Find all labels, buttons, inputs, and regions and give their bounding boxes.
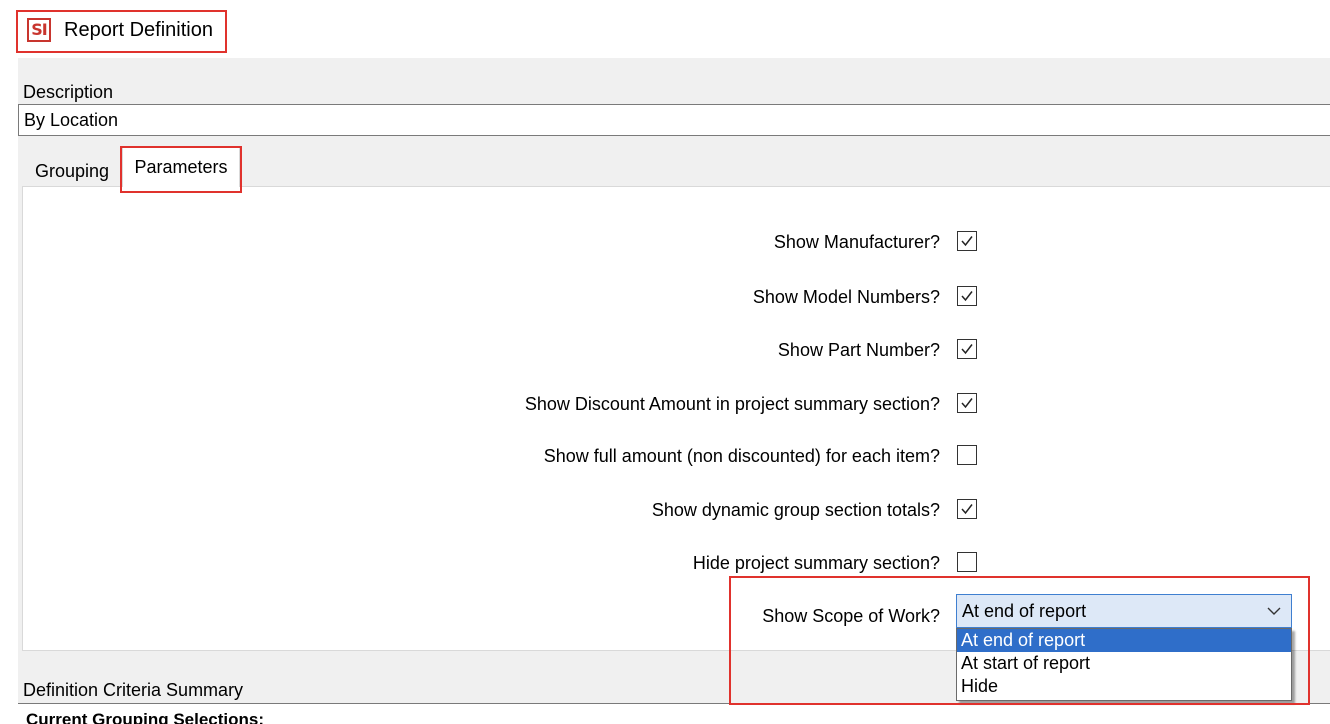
checkbox-show-manufacturer[interactable]: [957, 231, 977, 251]
description-label: Description: [23, 82, 114, 102]
param-label-full-amount: Show full amount (non discounted) for ea…: [543, 446, 940, 466]
checkbox-show-part-number[interactable]: [957, 339, 977, 359]
check-mark-icon: [961, 398, 973, 409]
summary-heading: Current Grouping Selections:: [26, 710, 265, 724]
report-definition-window: { "window": { "title": "Report Definitio…: [0, 0, 1330, 724]
param-label-manufacturer: Show Manufacturer?: [773, 232, 940, 252]
definition-summary-box: Current Grouping Selections:: [18, 703, 1330, 724]
check-mark-icon: [961, 236, 973, 247]
check-mark-icon: [961, 344, 973, 355]
app-logo-icon: SI: [27, 18, 51, 42]
tab-grouping[interactable]: Grouping: [25, 150, 121, 186]
checkbox-hide-summary[interactable]: [957, 552, 977, 572]
parameters-tab-highlight: [120, 146, 242, 193]
check-mark-icon: [961, 291, 973, 302]
scope-of-work-highlight: [729, 576, 1310, 705]
param-label-discount-amount: Show Discount Amount in project summary …: [524, 394, 940, 414]
definition-summary-label: Definition Criteria Summary: [23, 680, 244, 700]
check-mark-icon: [961, 504, 973, 515]
checkbox-show-full-amount[interactable]: [957, 445, 977, 465]
param-label-hide-summary: Hide project summary section?: [692, 553, 940, 573]
window-title: Report Definition: [64, 19, 213, 41]
checkbox-show-model-numbers[interactable]: [957, 286, 977, 306]
checkbox-show-group-totals[interactable]: [957, 499, 977, 519]
param-label-model-numbers: Show Model Numbers?: [752, 287, 940, 307]
checkbox-show-discount-amount[interactable]: [957, 393, 977, 413]
description-input[interactable]: [18, 104, 1330, 136]
param-label-part-number: Show Part Number?: [777, 340, 940, 360]
param-label-group-totals: Show dynamic group section totals?: [651, 500, 940, 520]
